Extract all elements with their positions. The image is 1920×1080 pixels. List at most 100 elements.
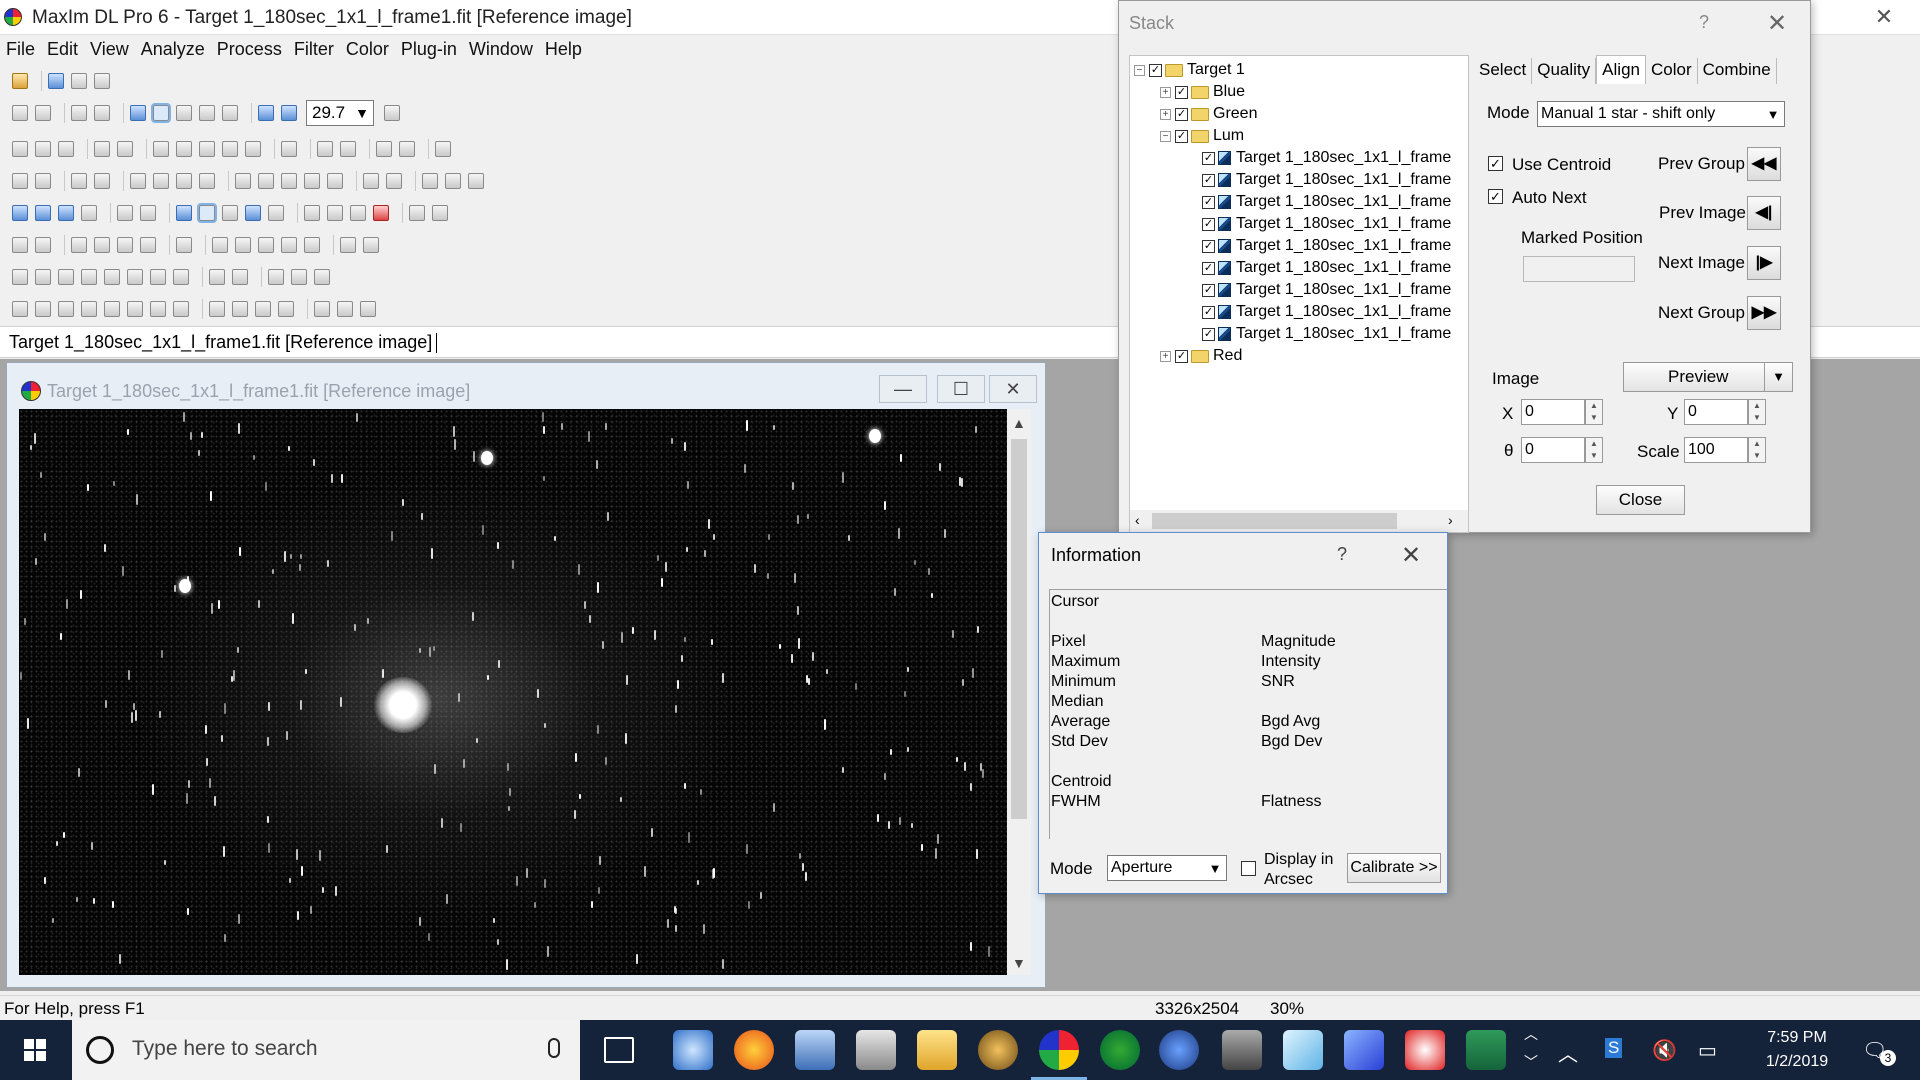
scroll-right-icon[interactable]: › xyxy=(1448,512,1453,528)
tree-horizontal-scrollbar[interactable]: ‹ › xyxy=(1130,510,1468,532)
checkbox-checked[interactable]: ✓ xyxy=(1175,107,1188,121)
seq-rewind-icon[interactable] xyxy=(81,301,97,317)
curves-icon[interactable] xyxy=(35,237,51,253)
tool-a-icon[interactable] xyxy=(314,301,330,317)
pencil-icon[interactable] xyxy=(363,173,379,189)
pan-icon[interactable] xyxy=(117,205,133,221)
sky-app-icon[interactable] xyxy=(1159,1030,1199,1070)
3d-app-icon[interactable] xyxy=(1344,1030,1384,1070)
tree-frame[interactable]: ✓ Target 1_180sec_1x1_l_frame xyxy=(1202,323,1451,345)
lock-icon[interactable] xyxy=(199,105,215,121)
seq-play-icon[interactable] xyxy=(104,301,120,317)
scroll-thumb[interactable] xyxy=(1152,513,1397,529)
zoom-in-icon[interactable] xyxy=(35,205,51,221)
seq-first-icon[interactable] xyxy=(12,301,28,317)
menu-window[interactable]: Window xyxy=(463,36,539,60)
tree-group-red[interactable]: + ✓ Red xyxy=(1160,345,1242,367)
collapse-icon[interactable]: − xyxy=(1160,130,1171,142)
close-icon[interactable]: ✕ xyxy=(1767,9,1787,38)
rotate-icon[interactable] xyxy=(327,173,343,189)
use-centroid-checkbox[interactable]: ✓ xyxy=(1488,156,1503,171)
record-icon[interactable] xyxy=(373,205,389,221)
mosaic-icon[interactable] xyxy=(445,173,461,189)
start-button[interactable] xyxy=(0,1020,70,1080)
prev-group-button[interactable]: ◀◀ xyxy=(1747,147,1781,181)
copy-icon[interactable] xyxy=(71,173,87,189)
theta-spinner[interactable]: ▲ ▼ xyxy=(1585,437,1603,463)
next-group-button[interactable]: ▶▶ xyxy=(1747,296,1781,330)
checkbox-checked[interactable]: ✓ xyxy=(1202,327,1215,341)
color-palette-icon[interactable] xyxy=(245,205,261,221)
scanner-icon[interactable] xyxy=(856,1030,896,1070)
bin-icon[interactable] xyxy=(153,173,169,189)
x-spinner[interactable]: ▲ ▼ xyxy=(1585,399,1603,425)
seq-forward-icon[interactable] xyxy=(127,301,143,317)
palette-icon[interactable] xyxy=(176,105,192,121)
annotate-icon[interactable] xyxy=(409,205,425,221)
context-help-icon[interactable] xyxy=(384,105,400,121)
menu-file[interactable]: File xyxy=(0,36,41,60)
scale-icon[interactable] xyxy=(278,301,294,317)
tab-combine[interactable]: Combine xyxy=(1698,58,1777,84)
tab-quality[interactable]: Quality xyxy=(1532,58,1597,84)
tree-frame[interactable]: ✓ Target 1_180sec_1x1_l_frame xyxy=(1202,191,1451,213)
smooth-icon[interactable] xyxy=(94,237,110,253)
flatten-icon[interactable] xyxy=(304,237,320,253)
flip-icon[interactable] xyxy=(235,173,251,189)
observatory-control-icon[interactable] xyxy=(376,141,392,157)
focuser-icon[interactable] xyxy=(340,141,356,157)
menu-help[interactable]: Help xyxy=(539,36,588,60)
globe-icon[interactable] xyxy=(150,269,166,285)
red-app-icon[interactable] xyxy=(1405,1030,1445,1070)
background-icon[interactable] xyxy=(281,237,297,253)
prev-image-button[interactable]: ◀| xyxy=(1747,196,1781,230)
vertical-scrollbar[interactable]: ▲ ▼ xyxy=(1007,409,1031,975)
maximize-icon[interactable]: ☐ xyxy=(937,375,985,403)
histogram-icon[interactable] xyxy=(268,205,284,221)
rotate-right-icon[interactable] xyxy=(304,173,320,189)
pixel-math-icon[interactable] xyxy=(235,237,251,253)
tree-frame[interactable]: ✓ Target 1_180sec_1x1_l_frame xyxy=(1202,235,1451,257)
firefox-icon[interactable] xyxy=(734,1030,774,1070)
redo-icon[interactable] xyxy=(35,173,51,189)
minimize-icon[interactable]: — xyxy=(879,375,927,403)
zoom-combo[interactable]: 29.7 ▼ xyxy=(306,100,374,126)
help-icon[interactable]: ? xyxy=(1699,12,1709,33)
seq-last-icon[interactable] xyxy=(150,301,166,317)
scale-spinner[interactable]: ▲ ▼ xyxy=(1748,437,1766,463)
print-icon[interactable] xyxy=(94,141,110,157)
help-icon[interactable]: ? xyxy=(1337,544,1347,565)
open-icon[interactable] xyxy=(12,105,28,121)
zoom-out-icon[interactable] xyxy=(58,205,74,221)
slash-icon[interactable] xyxy=(232,269,248,285)
calibrate-icon[interactable] xyxy=(153,141,169,157)
tree-frame[interactable]: ✓ Target 1_180sec_1x1_l_frame xyxy=(1202,213,1451,235)
blink-icon[interactable] xyxy=(304,205,320,221)
chevron-down-icon[interactable]: ﹀ xyxy=(1524,1052,1538,1072)
notepad-app-icon[interactable] xyxy=(1283,1030,1323,1070)
graph-icon[interactable] xyxy=(222,205,238,221)
mountain-icon[interactable] xyxy=(291,269,307,285)
overview-icon[interactable] xyxy=(81,205,97,221)
sharpen-icon[interactable] xyxy=(71,237,87,253)
display-arcsec-checkbox[interactable] xyxy=(1241,861,1256,876)
phd-guiding-icon[interactable] xyxy=(1100,1030,1140,1070)
hat-icon[interactable] xyxy=(173,269,189,285)
checkbox-checked[interactable]: ✓ xyxy=(1202,239,1215,253)
preview-button[interactable]: Preview ▼ xyxy=(1623,362,1793,392)
redo-icon[interactable] xyxy=(94,105,110,121)
screen-stretch-icon[interactable] xyxy=(176,205,192,221)
pinpoint-icon[interactable] xyxy=(432,205,448,221)
tree-frame[interactable]: ✓ Target 1_180sec_1x1_l_frame xyxy=(1202,279,1451,301)
edit-icon[interactable] xyxy=(199,173,215,189)
terrain-icon[interactable] xyxy=(268,269,284,285)
checkbox-checked[interactable]: ✓ xyxy=(1149,63,1162,77)
expand-icon[interactable]: + xyxy=(1160,86,1171,98)
excel-icon[interactable] xyxy=(1466,1030,1506,1070)
microphone-icon[interactable] xyxy=(548,1038,560,1058)
seq-end-icon[interactable] xyxy=(173,301,189,317)
maxim-dl-taskbar-icon[interactable] xyxy=(1031,1030,1087,1080)
screen-stretch-icon[interactable] xyxy=(130,105,146,121)
checkbox-checked[interactable]: ✓ xyxy=(1175,85,1188,99)
deconvolve-icon[interactable] xyxy=(140,237,156,253)
